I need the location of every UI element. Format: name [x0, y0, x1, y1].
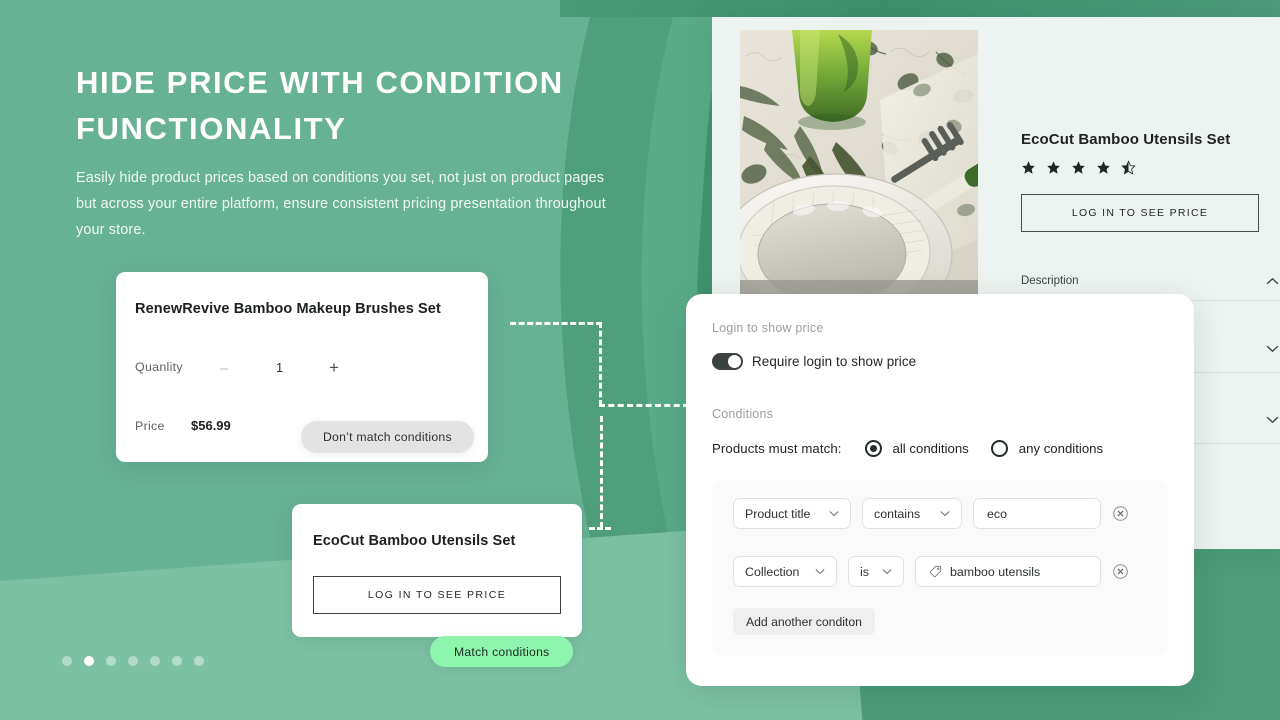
condition-operator-value: is	[860, 564, 869, 579]
product-rating	[1021, 160, 1136, 175]
radio-all-conditions[interactable]: all conditions	[864, 440, 969, 457]
product-card-match: EcoCut Bamboo Utensils Set LOG IN TO SEE…	[292, 504, 582, 637]
chevron-down-icon	[829, 511, 839, 517]
remove-circle-icon[interactable]	[1112, 563, 1129, 580]
radio-label: all conditions	[892, 441, 969, 456]
accordion-row-description[interactable]: Description	[1021, 268, 1280, 294]
condition-field-select[interactable]: Product title	[733, 498, 851, 529]
connector-dash-top-vertical	[599, 322, 602, 406]
accordion-label: Description	[1021, 275, 1079, 287]
carousel-dot[interactable]	[106, 656, 116, 666]
price-label: Price	[135, 419, 165, 433]
carousel-dot[interactable]	[194, 656, 204, 666]
carousel-dot[interactable]	[150, 656, 160, 666]
chevron-down-icon	[940, 511, 950, 517]
match-mode-label: Products must match:	[712, 441, 842, 456]
chevron-down-icon	[882, 569, 892, 575]
carousel-dot[interactable]	[128, 656, 138, 666]
conditions-container: Product title contains eco Collection is…	[712, 480, 1168, 656]
login-to-see-price-button[interactable]: LOG IN TO SEE PRICE	[313, 576, 561, 614]
condition-value-input[interactable]: bamboo utensils	[915, 556, 1101, 587]
tag-icon	[929, 565, 942, 578]
condition-operator-value: contains	[874, 506, 921, 521]
star-full-icon	[1022, 161, 1035, 174]
connector-dash-bottom	[589, 527, 611, 530]
star-full-icon	[1047, 161, 1060, 174]
add-condition-button[interactable]: Add another conditon	[733, 608, 875, 635]
condition-field-value: Product title	[745, 506, 811, 521]
radio-button-icon	[990, 440, 1008, 457]
match-mode-row: Products must match: all conditions any …	[712, 440, 1103, 457]
star-half-icon	[1121, 160, 1136, 175]
carousel-dot[interactable]	[62, 656, 72, 666]
condition-row: Collection is bamboo utensils	[733, 556, 1129, 587]
condition-row: Product title contains eco	[733, 498, 1129, 529]
product-detail-title: EcoCut Bamboo Utensils Set	[1021, 131, 1231, 148]
product-photo	[740, 30, 978, 298]
condition-field-select[interactable]: Collection	[733, 556, 837, 587]
quantity-increment-button[interactable]: +	[329, 358, 339, 378]
product-card-title: EcoCut Bamboo Utensils Set	[313, 533, 516, 549]
chevron-down-icon	[1266, 416, 1279, 423]
quantity-label: Quanlity	[135, 360, 183, 374]
carousel-dot-active[interactable]	[84, 656, 94, 666]
remove-circle-icon[interactable]	[1112, 505, 1129, 522]
price-value: $56.99	[191, 418, 231, 433]
badge-match: Match conditions	[430, 636, 574, 667]
background-top-band	[560, 0, 1280, 17]
condition-operator-select[interactable]: contains	[862, 498, 962, 529]
require-login-toggle[interactable]	[712, 353, 743, 370]
product-detail-login-button[interactable]: LOG IN TO SEE PRICE	[1021, 194, 1259, 232]
product-card-title: RenewRevive Bamboo Makeup Brushes Set	[135, 301, 441, 317]
condition-operator-select[interactable]: is	[848, 556, 904, 587]
condition-value-input[interactable]: eco	[973, 498, 1101, 529]
connector-dash-bottom-vertical	[600, 416, 603, 528]
carousel-dots[interactable]	[62, 656, 204, 666]
quantity-decrement-button[interactable]: –	[220, 360, 228, 377]
radio-button-icon	[864, 440, 882, 457]
connector-dash-branch	[599, 404, 689, 407]
section-title-conditions: Conditions	[712, 407, 774, 421]
radio-label: any conditions	[1018, 441, 1104, 456]
star-full-icon	[1072, 161, 1085, 174]
condition-field-value: Collection	[745, 564, 800, 579]
connector-dash-top	[510, 322, 602, 325]
chevron-up-icon	[1266, 277, 1279, 284]
carousel-dot[interactable]	[172, 656, 182, 666]
radio-any-conditions[interactable]: any conditions	[990, 440, 1104, 457]
settings-panel: Login to show price Require login to sho…	[686, 294, 1194, 686]
toggle-knob	[728, 355, 741, 368]
quantity-value[interactable]: 1	[276, 360, 283, 375]
star-full-icon	[1097, 161, 1110, 174]
page-subtitle: Easily hide product prices based on cond…	[76, 170, 606, 238]
chevron-down-icon	[815, 569, 825, 575]
section-title-login: Login to show price	[712, 321, 824, 335]
require-login-toggle-label: Require login to show price	[752, 354, 917, 369]
badge-no-match: Don’t match conditions	[301, 421, 474, 453]
chevron-down-icon	[1266, 345, 1279, 352]
condition-value-text: bamboo utensils	[950, 564, 1041, 579]
page-title: Hide price with condition functionality	[76, 65, 564, 146]
condition-value-text: eco	[987, 506, 1007, 521]
slide-canvas: EcoCut Bamboo Utensils Set LOG IN TO SEE…	[0, 0, 1280, 720]
